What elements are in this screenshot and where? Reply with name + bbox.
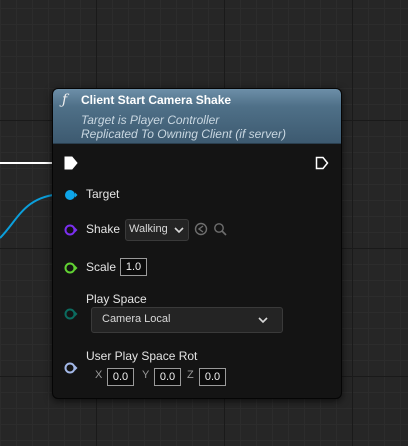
play-space-pin-icon[interactable]	[64, 307, 78, 321]
shake-class-value: Walking	[129, 223, 168, 235]
shake-class-dropdown[interactable]: Walking	[125, 219, 189, 241]
chevron-down-icon	[258, 317, 268, 324]
browse-asset-icon[interactable]	[213, 222, 227, 236]
rot-z-value-field[interactable]: 0.0	[199, 368, 226, 386]
rot-z-axis-label: Z	[187, 369, 194, 381]
play-space-pin-label: Play Space	[86, 292, 147, 306]
node-title: Client Start Camera Shake	[81, 93, 232, 107]
scale-pin-icon[interactable]	[64, 261, 78, 275]
target-pin-label: Target	[86, 187, 120, 201]
node-subtitle-target: Target is Player Controller	[81, 113, 220, 127]
play-space-value: Camera Local	[102, 313, 171, 325]
use-selected-asset-icon[interactable]	[194, 222, 208, 236]
user-play-space-rot-pin-icon[interactable]	[64, 361, 78, 375]
node-header[interactable]: ƒ Client Start Camera Shake Target is Pl…	[53, 89, 341, 144]
exec-output-pin-icon[interactable]	[315, 156, 329, 170]
scale-value-field[interactable]: 1.0	[120, 258, 147, 276]
rot-x-axis-label: X	[95, 369, 103, 381]
user-play-space-rot-label: User Play Space Rot	[86, 349, 198, 363]
scale-pin-label: Scale	[86, 260, 117, 274]
rot-x-value-field[interactable]: 0.0	[107, 368, 134, 386]
function-f-icon: ƒ	[62, 92, 68, 108]
play-space-dropdown[interactable]: Camera Local	[91, 307, 283, 333]
shake-pin-icon[interactable]	[64, 223, 78, 237]
node-subtitle-replication: Replicated To Owning Client (if server)	[81, 127, 286, 141]
chevron-down-icon	[174, 227, 184, 234]
rot-y-value-field[interactable]: 0.0	[154, 368, 181, 386]
shake-pin-label: Shake	[86, 222, 121, 236]
exec-input-pin-icon[interactable]	[64, 156, 78, 170]
target-pin-icon[interactable]	[64, 188, 78, 202]
rot-y-axis-label: Y	[142, 369, 150, 381]
client-start-camera-shake-node[interactable]: ƒ Client Start Camera Shake Target is Pl…	[52, 88, 342, 399]
